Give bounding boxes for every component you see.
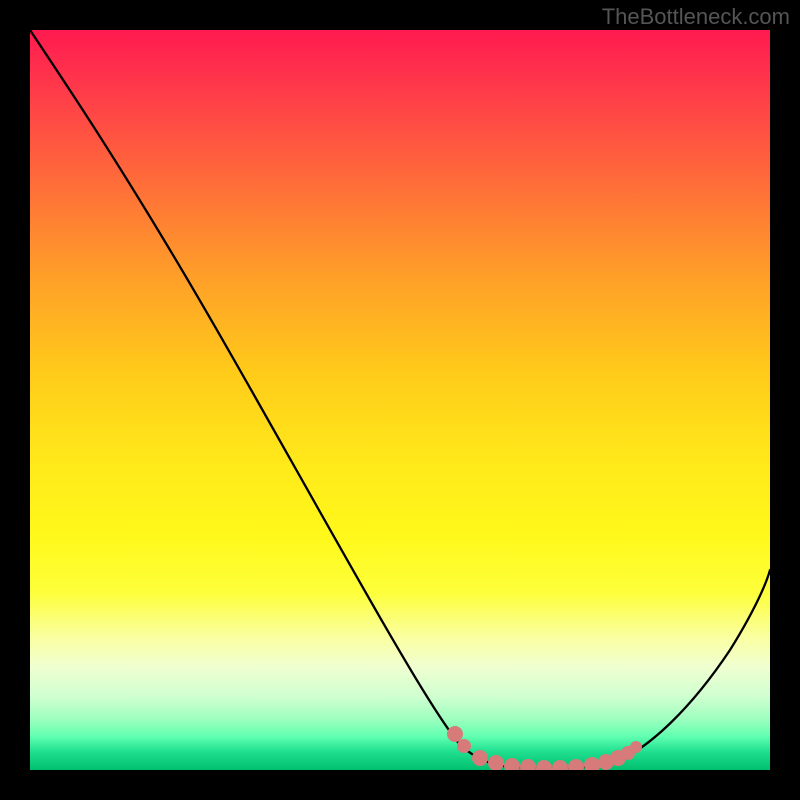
bottleneck-curve-line xyxy=(30,30,770,768)
optimal-range-dots xyxy=(447,726,642,770)
chart-svg xyxy=(30,30,770,770)
watermark-text: TheBottleneck.com xyxy=(602,4,790,30)
chart-plot-area xyxy=(30,30,770,770)
